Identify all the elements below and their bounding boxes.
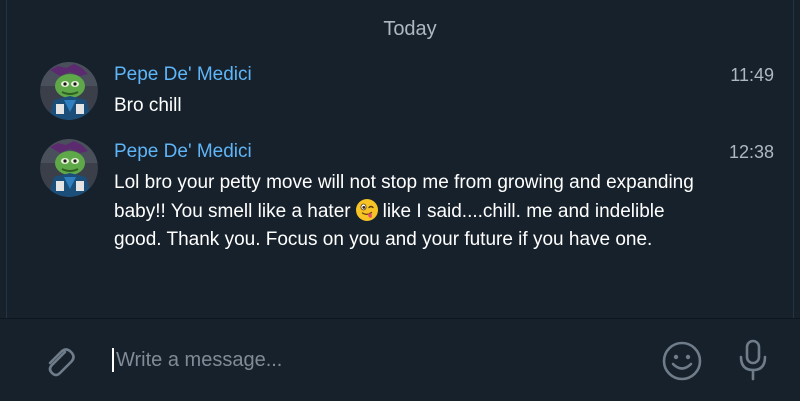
text-cursor bbox=[112, 348, 114, 372]
paperclip-icon[interactable] bbox=[38, 340, 78, 380]
message-input[interactable] bbox=[116, 343, 636, 377]
message-text: Bro chill bbox=[114, 95, 182, 116]
smile-icon[interactable] bbox=[660, 339, 704, 383]
date-separator: Today bbox=[383, 18, 437, 40]
message-time: 11:49 bbox=[730, 65, 774, 85]
message-time: 12:38 bbox=[728, 142, 774, 162]
winking-face-with-tongue-icon bbox=[355, 198, 379, 222]
sender-name[interactable]: Pepe De' Medici bbox=[114, 141, 252, 163]
chat-history: Today Pepe De' Medici 11:49 Bro chill Pe… bbox=[0, 0, 800, 400]
message-composer bbox=[0, 318, 800, 401]
avatar-image bbox=[40, 62, 98, 120]
avatar-image bbox=[40, 139, 98, 197]
pepe-avatar[interactable] bbox=[40, 62, 98, 120]
sender-name[interactable]: Pepe De' Medici bbox=[114, 64, 252, 86]
pepe-avatar[interactable] bbox=[40, 139, 98, 197]
microphone-icon[interactable] bbox=[734, 337, 772, 383]
message-text: Lol bro your petty move will not stop me… bbox=[114, 169, 694, 255]
